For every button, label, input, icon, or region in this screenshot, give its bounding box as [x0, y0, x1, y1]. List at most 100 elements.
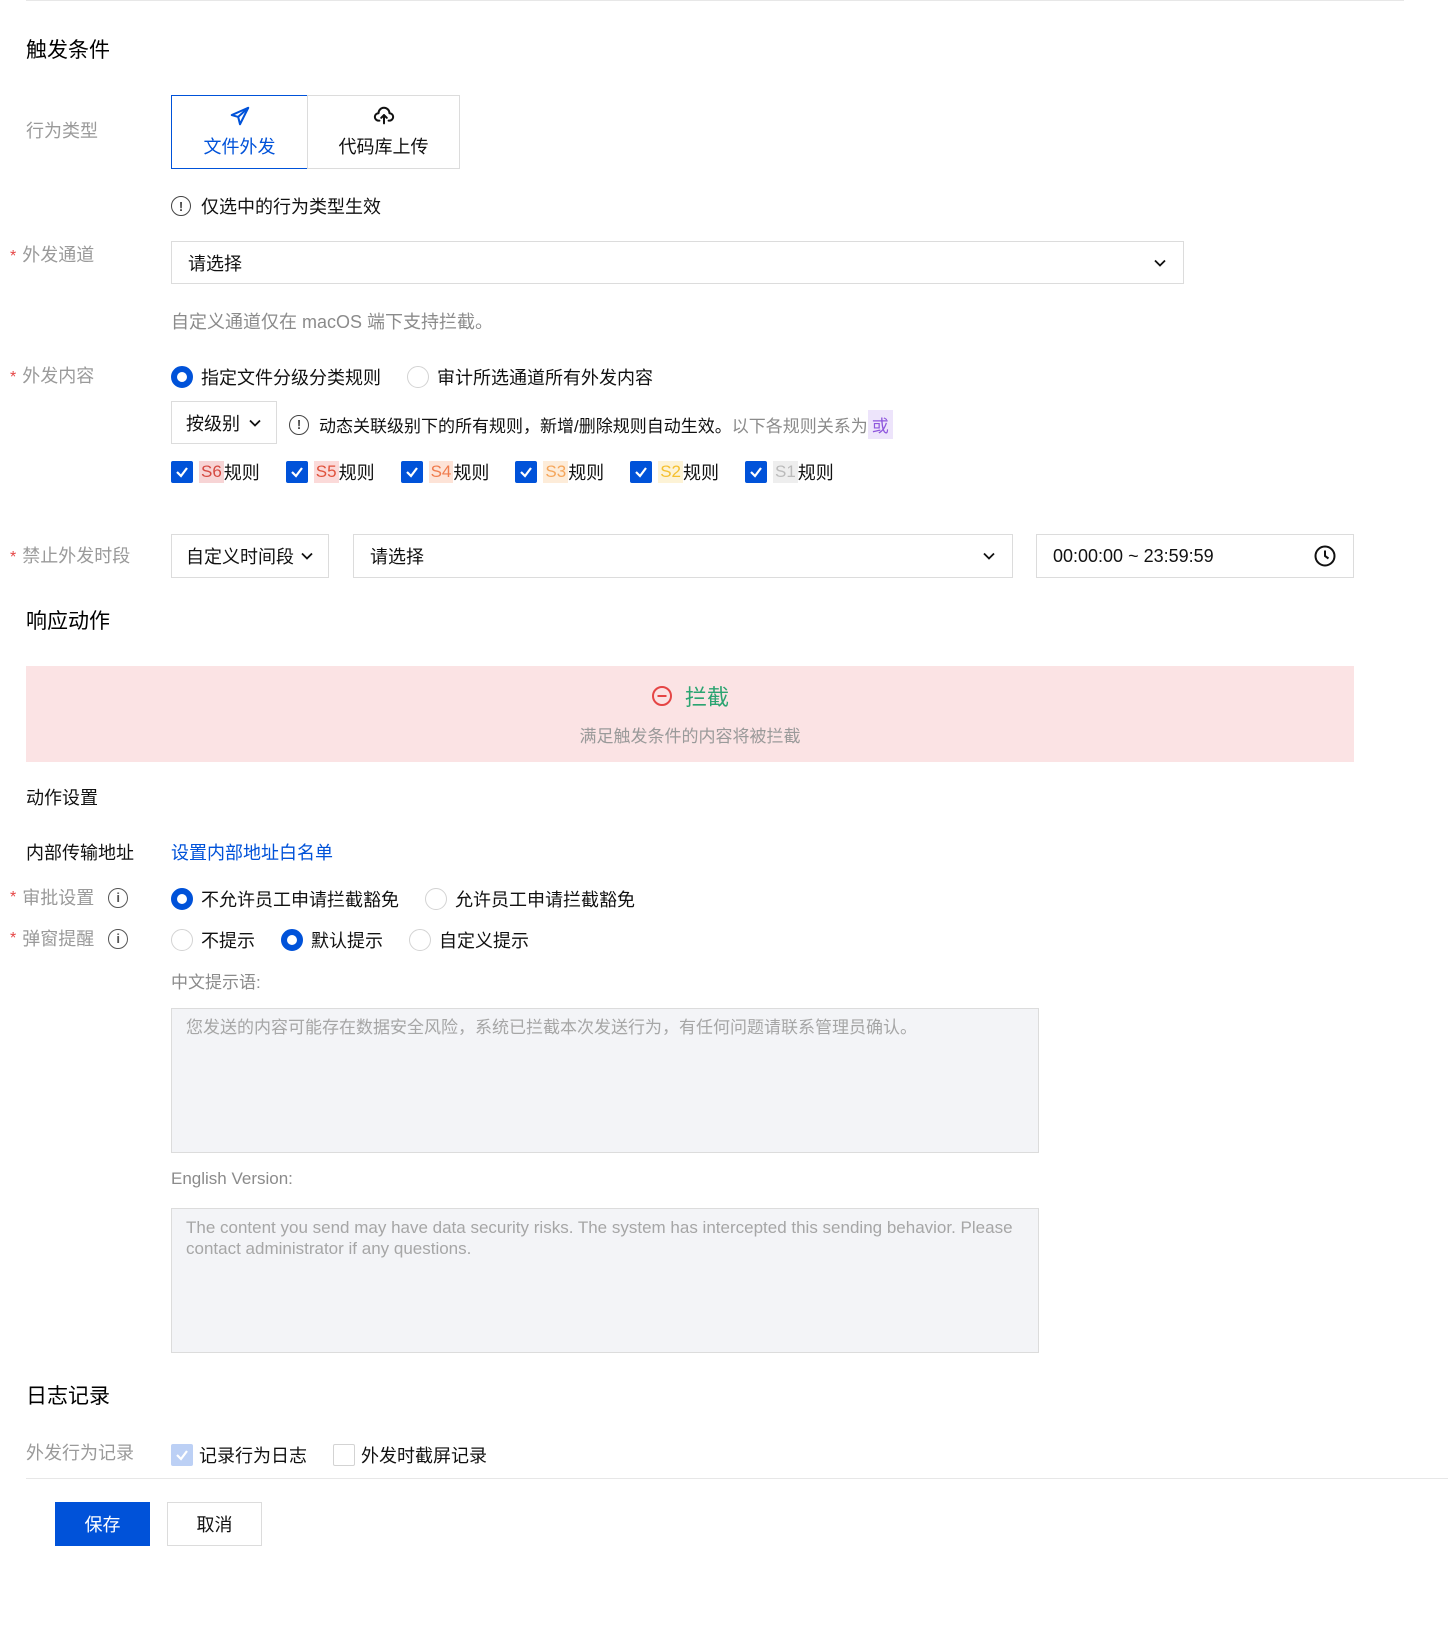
behavior-type-hint: ! 仅选中的行为类型生效 — [171, 193, 381, 219]
popup-label: * 弹窗提醒 i — [10, 926, 129, 952]
radio-label: 允许员工申请拦截豁免 — [455, 890, 635, 910]
time-range-value: 00:00:00 ~ 23:59:59 — [1053, 545, 1214, 566]
en-prompt-textarea[interactable]: The content you send may have data secur… — [171, 1208, 1039, 1353]
approval-option-allow[interactable]: 允许员工申请拦截豁免 — [425, 886, 635, 912]
popup-option-none[interactable]: 不提示 — [171, 927, 255, 953]
rule-checkbox-s5[interactable]: S5 规则 — [285, 459, 375, 485]
checkbox-checked[interactable] — [630, 461, 653, 483]
period-select[interactable]: 请选择 — [353, 534, 1013, 578]
save-button[interactable]: 保存 — [55, 1502, 150, 1546]
chevron-down-icon — [249, 419, 261, 427]
block-action-panel: 拦截 满足触发条件的内容将被拦截 — [26, 666, 1354, 762]
radio-unchecked[interactable] — [425, 888, 447, 910]
cn-prompt-label: 中文提示语: — [171, 973, 261, 992]
behavior-card-label: 文件外发 — [203, 137, 276, 157]
block-action-title-text: 拦截 — [684, 685, 729, 710]
level-hint-text: 动态关联级别下的所有规则，新增/删除规则自动生效。 — [319, 417, 732, 436]
radio-unchecked[interactable] — [409, 929, 431, 951]
approval-option-deny[interactable]: 不允许员工申请拦截豁免 — [171, 886, 399, 912]
footer-divider — [26, 1478, 1448, 1479]
checkbox-unchecked[interactable] — [333, 1444, 355, 1466]
internal-addr-label: 内部传输地址 — [26, 843, 134, 863]
period-type-value: 自定义时间段 — [186, 547, 294, 567]
radio-checked[interactable] — [171, 888, 193, 910]
level-select-value: 按级别 — [186, 413, 240, 434]
radio-unchecked[interactable] — [407, 366, 429, 388]
rule-checkbox-s6[interactable]: S6 规则 — [171, 459, 260, 485]
radio-label: 指定文件分级分类规则 — [201, 368, 381, 388]
content-option-rules[interactable]: 指定文件分级分类规则 — [171, 364, 381, 390]
content-label-text: 外发内容 — [22, 366, 95, 386]
rule-checkbox-s1[interactable]: S1 规则 — [744, 459, 834, 485]
clock-icon — [1314, 545, 1336, 567]
channel-label: * 外发通道 — [10, 242, 94, 270]
cloud-upload-icon — [373, 106, 394, 125]
rules-checkbox-group: S6 规则 S5 规则 S4 规则 S3 规则 S2 规则 S1 规则 — [171, 459, 860, 485]
popup-option-default[interactable]: 默认提示 — [281, 927, 383, 953]
radio-label: 审计所选通道所有外发内容 — [437, 368, 653, 388]
behavior-card-file-send[interactable]: 文件外发 — [171, 95, 308, 169]
checkbox-checked[interactable] — [400, 461, 423, 483]
radio-checked[interactable] — [171, 366, 193, 388]
period-select-value: 请选择 — [370, 547, 424, 567]
action-settings-title: 动作设置 — [26, 788, 98, 808]
behavior-type-hint-text: 仅选中的行为类型生效 — [201, 197, 381, 217]
required-mark: * — [10, 889, 17, 906]
check-icon — [176, 1450, 188, 1461]
content-option-audit-all[interactable]: 审计所选通道所有外发内容 — [407, 364, 653, 390]
radio-checked[interactable] — [281, 929, 303, 951]
period-label: * 禁止外发时段 — [10, 543, 130, 571]
period-type-select[interactable]: 自定义时间段 — [171, 534, 329, 578]
log-option-screenshot[interactable]: 外发时截屏记录 — [333, 1442, 487, 1468]
internal-addr-whitelist-link[interactable]: 设置内部地址白名单 — [171, 840, 333, 866]
rule-tag: S6 — [199, 461, 224, 483]
checkbox-label: 记录行为日志 — [199, 1446, 307, 1466]
rule-checkbox-s4[interactable]: S4 规则 — [400, 459, 490, 485]
approval-radio-group: 不允许员工申请拦截豁免 允许员工申请拦截豁免 — [171, 886, 661, 912]
check-icon — [635, 467, 648, 478]
level-relation-text: 以下各规则关系为 — [731, 417, 868, 436]
channel-select[interactable]: 请选择 — [171, 241, 1184, 284]
required-mark: * — [10, 248, 17, 265]
radio-label: 不提示 — [201, 931, 255, 951]
block-action-title: 拦截 — [26, 680, 1354, 712]
rule-checkbox-s2[interactable]: S2 规则 — [630, 459, 719, 485]
behavior-card-code-upload[interactable]: 代码库上传 — [307, 95, 460, 169]
popup-radio-group: 不提示 默认提示 自定义提示 — [171, 927, 555, 953]
behavior-card-label: 代码库上传 — [338, 137, 429, 157]
section-title-trigger: 触发条件 — [26, 39, 110, 62]
check-icon — [750, 467, 762, 478]
required-mark: * — [10, 549, 17, 566]
check-icon — [405, 467, 418, 478]
info-circle-icon[interactable]: i — [108, 888, 129, 908]
checkbox-checked-disabled[interactable] — [171, 1444, 193, 1466]
checkbox-checked[interactable] — [285, 461, 308, 483]
check-icon — [520, 467, 533, 478]
exclamation-circle-icon: ! — [171, 196, 191, 216]
cn-prompt-textarea[interactable]: 您发送的内容可能存在数据安全风险，系统已拦截本次发送行为，有任何问题请联系管理员… — [171, 1008, 1039, 1153]
rule-suffix: 规则 — [568, 463, 605, 483]
log-option-behavior[interactable]: 记录行为日志 — [171, 1442, 307, 1468]
rule-checkbox-s3[interactable]: S3 规则 — [515, 459, 604, 485]
period-label-text: 禁止外发时段 — [22, 546, 131, 566]
required-mark: * — [10, 930, 17, 947]
radio-label: 自定义提示 — [439, 931, 529, 951]
checkbox-checked[interactable] — [171, 461, 193, 483]
checkbox-checked[interactable] — [515, 461, 538, 483]
rule-suffix: 规则 — [338, 463, 375, 483]
time-range-picker[interactable]: 00:00:00 ~ 23:59:59 — [1036, 534, 1354, 578]
popup-option-custom[interactable]: 自定义提示 — [409, 927, 529, 953]
required-mark: * — [10, 369, 17, 386]
rule-tag: S1 — [772, 461, 798, 483]
popup-label-text: 弹窗提醒 — [22, 929, 95, 949]
log-checkbox-group: 记录行为日志 外发时截屏记录 — [171, 1442, 513, 1468]
en-prompt-label: English Version: — [171, 1169, 293, 1188]
rule-suffix: 规则 — [453, 463, 490, 483]
info-circle-icon[interactable]: i — [108, 929, 129, 949]
check-icon — [291, 467, 303, 478]
level-select[interactable]: 按级别 — [171, 401, 277, 444]
checkbox-checked[interactable] — [744, 461, 767, 483]
radio-unchecked[interactable] — [171, 929, 193, 951]
behavior-type-label: 行为类型 — [26, 121, 98, 141]
cancel-button[interactable]: 取消 — [167, 1502, 262, 1546]
